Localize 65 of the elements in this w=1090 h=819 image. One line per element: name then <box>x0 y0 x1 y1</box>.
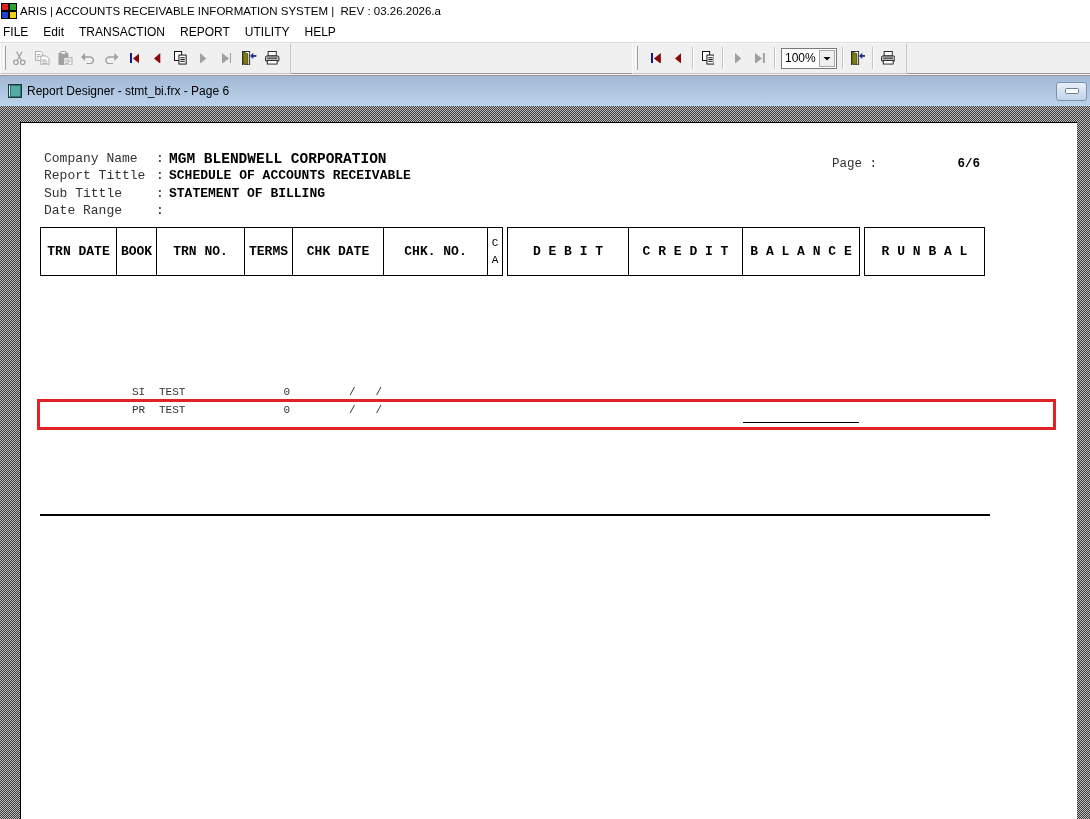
field-label: Report Tittle <box>44 168 147 185</box>
table-cell: TEST <box>159 404 186 416</box>
pages-icon <box>174 51 187 65</box>
printer-icon <box>265 51 280 65</box>
left-triangle-icon <box>154 52 161 64</box>
column-header: CHK. NO. <box>383 228 487 275</box>
door-arrow-icon <box>242 50 257 66</box>
column-header: CHK DATE <box>292 228 383 275</box>
app-logo-icon <box>1 3 17 19</box>
field-separator: : <box>156 185 165 202</box>
minimize-button[interactable] <box>1056 81 1087 101</box>
caret-icon <box>819 49 835 67</box>
skip-start-icon <box>651 52 661 64</box>
field-separator: : <box>156 150 165 167</box>
table-cell: 0 <box>283 386 290 398</box>
table-cell: 0 <box>283 404 290 416</box>
book-icon <box>8 84 22 98</box>
table-cell: TEST <box>159 386 186 398</box>
column-header: R U N B A L <box>880 242 969 261</box>
page-label: Page : <box>832 155 877 172</box>
menu-item[interactable]: Edit <box>43 24 65 40</box>
curved-arrow-icon <box>104 51 119 65</box>
scissors-icon <box>13 50 26 66</box>
field-separator: : <box>156 203 165 220</box>
menu-item[interactable]: HELP <box>304 24 336 40</box>
column-header: B A L A N C E <box>742 228 859 275</box>
clipboard-icon <box>58 50 73 66</box>
column-header: BOOK <box>116 228 156 275</box>
skip-start-icon <box>129 52 140 64</box>
printer-icon <box>880 51 896 65</box>
field-label: Date Range <box>44 203 123 220</box>
pages-icon <box>701 51 715 65</box>
menu-item[interactable]: UTILITY <box>244 24 290 40</box>
field-label: Sub Tittle <box>44 185 123 202</box>
column-header: TRN DATE <box>46 242 111 261</box>
field-separator: : <box>156 168 165 185</box>
left-triangle-icon <box>674 52 682 64</box>
table-cell: / / <box>349 404 382 416</box>
column-header: C R E D I T <box>628 228 742 275</box>
document-title: Report Designer - stmt_bi.frx - Page 6 <box>27 83 231 99</box>
field-value: STATEMENT OF BILLING <box>169 185 326 202</box>
right-triangle-icon <box>200 52 207 64</box>
table-cell: / / <box>349 386 382 398</box>
right-triangle-icon <box>734 52 742 64</box>
curved-arrow-icon <box>81 51 96 65</box>
column-header: TRN NO. <box>156 228 244 275</box>
minimize-icon <box>1064 88 1079 94</box>
menu-item[interactable]: REPORT <box>180 24 230 40</box>
menu-item[interactable]: FILE <box>3 24 29 40</box>
documents-icon <box>35 50 50 66</box>
field-label: Company Name <box>44 150 139 167</box>
door-arrow-icon <box>850 50 866 66</box>
column-header: TERMS <box>244 228 292 275</box>
table-cell: SI <box>132 386 146 398</box>
column-header: D E B I T <box>531 242 605 261</box>
skip-end-icon <box>221 52 232 64</box>
skip-end-icon <box>755 52 765 64</box>
menu-item[interactable]: TRANSACTION <box>79 24 166 40</box>
zoom-dropdown[interactable]: 100% <box>781 47 837 69</box>
page-number: 6/6 <box>957 155 980 172</box>
field-value: SCHEDULE OF ACCOUNTS RECEIVABLE <box>169 168 411 185</box>
field-value: MGM BLENDWELL CORPORATION <box>169 150 387 167</box>
column-header: CA <box>487 228 502 275</box>
window-title: ARIS | ACCOUNTS RECEIVABLE INFORMATION SYSTEM | REV : 03.26.2026.a <box>20 3 441 19</box>
table-cell: PR <box>132 404 146 416</box>
